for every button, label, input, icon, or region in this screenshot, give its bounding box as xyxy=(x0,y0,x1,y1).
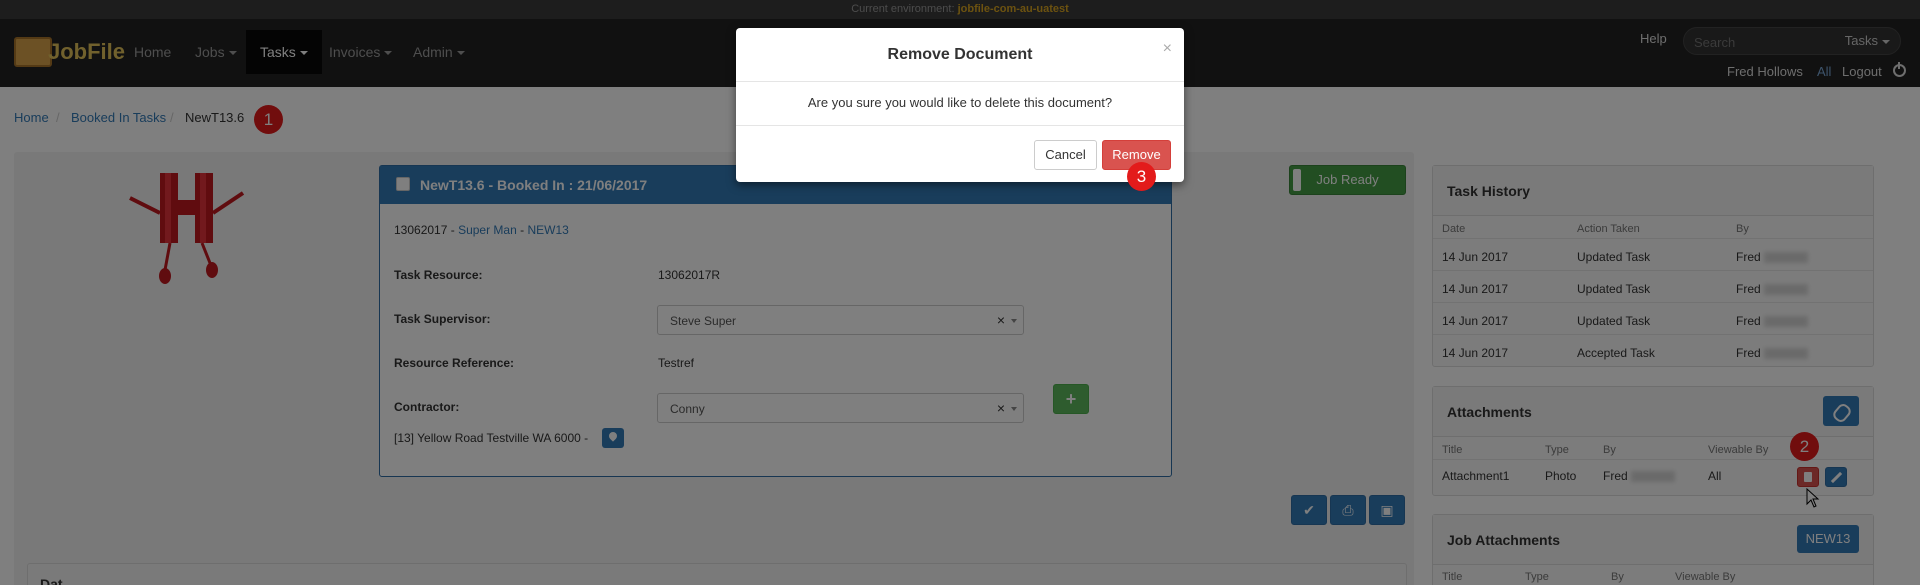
modal-title: Remove Document xyxy=(887,46,1033,63)
step-badge-3: 3 xyxy=(1127,162,1156,191)
close-icon[interactable]: × xyxy=(1163,40,1172,58)
remove-document-modal: Remove Document × Are you sure you would… xyxy=(736,28,1184,182)
divider xyxy=(736,125,1184,126)
divider xyxy=(736,81,1184,82)
modal-message: Are you sure you would like to delete th… xyxy=(807,95,1113,110)
cancel-button[interactable]: Cancel xyxy=(1034,140,1097,170)
